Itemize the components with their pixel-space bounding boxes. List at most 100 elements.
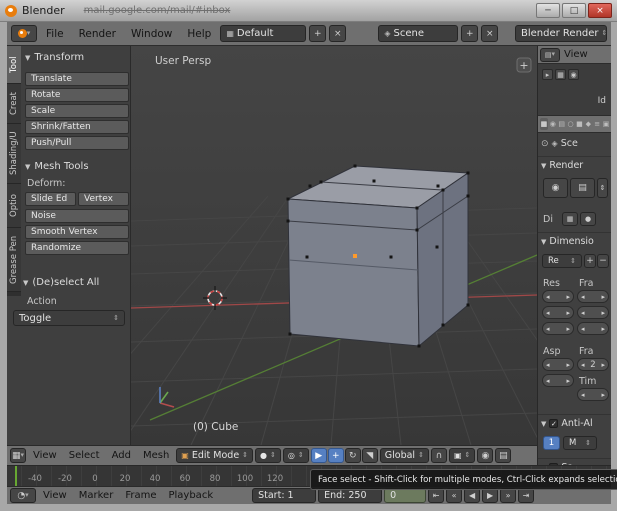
screen-layout-selector[interactable]: ▦ Default: [220, 25, 307, 42]
push-pull-button[interactable]: Push/Pull: [25, 136, 129, 150]
stepper-right-icon[interactable]: ▸: [566, 325, 570, 333]
transform-panel-header[interactable]: ▼ Transform: [25, 52, 84, 63]
rotate-manipulator-button[interactable]: ↻: [344, 448, 361, 463]
close-scene-button[interactable]: ×: [481, 25, 499, 42]
region-expand-button[interactable]: +: [516, 57, 532, 73]
smooth-vertex-button[interactable]: Smooth Vertex: [25, 225, 129, 239]
noise-button[interactable]: Noise: [25, 209, 129, 223]
tl-menu-frame[interactable]: Frame: [120, 490, 161, 501]
stepper-left-icon[interactable]: ◂: [546, 293, 550, 301]
tab-tools[interactable]: Tool: [7, 46, 21, 84]
close-button[interactable]: ×: [588, 3, 612, 18]
jump-end-button[interactable]: ⇥: [518, 488, 535, 503]
play-button[interactable]: ▶: [482, 488, 499, 503]
tab-material-icon[interactable]: ▣: [602, 118, 610, 130]
preset-remove-button[interactable]: −: [597, 254, 609, 268]
antialiasing-panel-header[interactable]: ▼ ✓ Anti-Al: [541, 418, 593, 429]
render-engine-selector[interactable]: Blender Render ⇕: [515, 25, 607, 42]
aa-samples-button[interactable]: 1: [543, 436, 560, 450]
aspect-x-stepper[interactable]: ◂ ▸: [542, 358, 574, 371]
stepper-left-icon[interactable]: ◂: [581, 361, 585, 369]
mode-selector[interactable]: ▣ Edit Mode ⇕: [176, 448, 254, 463]
cube-mesh[interactable]: [286, 164, 470, 348]
snap-element-selector[interactable]: ▣ ⇕: [448, 448, 476, 463]
frame-start-field[interactable]: Start: 1: [252, 488, 317, 503]
antialiasing-checkbox[interactable]: ✓: [549, 419, 559, 428]
translate-manipulator-button[interactable]: +: [327, 448, 344, 463]
stepper-right-icon[interactable]: ▸: [566, 377, 570, 385]
render-preset-dropdown[interactable]: Re ⇕: [542, 254, 582, 268]
next-keyframe-button[interactable]: »: [500, 488, 517, 503]
res-x-stepper[interactable]: ◂ ▸: [542, 290, 574, 303]
menu-view-3d[interactable]: View: [28, 450, 62, 461]
stepper-right-icon[interactable]: ▸: [601, 293, 605, 301]
aa-filter-dropdown[interactable]: M ⇕: [563, 436, 597, 450]
mesh-tools-panel-header[interactable]: ▼ Mesh Tools: [25, 161, 89, 172]
stepper-left-icon[interactable]: ◂: [546, 309, 550, 317]
add-layout-button[interactable]: +: [309, 25, 327, 42]
outliner-body[interactable]: ▸ ▦ ◉ Id: [538, 64, 611, 116]
play-reverse-button[interactable]: ◀: [464, 488, 481, 503]
tab-shading-uv[interactable]: Shading/U: [7, 124, 21, 184]
tab-world-icon[interactable]: ○: [567, 118, 575, 130]
tab-object-icon[interactable]: ■: [576, 118, 584, 130]
outliner-item-label[interactable]: Id: [598, 96, 606, 106]
stepper-left-icon[interactable]: ◂: [546, 361, 550, 369]
pin-icon[interactable]: ⊙: [541, 139, 549, 149]
tab-data-icon[interactable]: ≡: [593, 118, 601, 130]
tl-menu-playback[interactable]: Playback: [163, 490, 218, 501]
viewport-shading-selector[interactable]: ● ⇕: [255, 448, 281, 463]
breadcrumb-label[interactable]: Sce: [561, 138, 578, 149]
add-scene-button[interactable]: +: [461, 25, 479, 42]
frame-start-stepper[interactable]: ◂ ▸: [577, 290, 609, 303]
stepper-right-icon[interactable]: ▸: [566, 293, 570, 301]
stepper-left-icon[interactable]: ◂: [581, 309, 585, 317]
tab-grease-pencil[interactable]: Grease Pen: [7, 228, 21, 292]
menu-mesh[interactable]: Mesh: [138, 450, 174, 461]
rotate-button[interactable]: Rotate: [25, 88, 129, 102]
menu-window[interactable]: Window: [125, 28, 178, 40]
titlebar[interactable]: Blender mail.google.com/mail/#inbox ─ □ …: [0, 0, 617, 22]
editor-type-button-info[interactable]: ▾: [11, 25, 37, 42]
render-still-button[interactable]: ◉: [543, 178, 568, 198]
close-layout-button[interactable]: ×: [329, 25, 347, 42]
tab-layers-icon[interactable]: ▤: [558, 118, 566, 130]
outliner-view-menu[interactable]: View: [562, 49, 590, 60]
stepper-right-icon[interactable]: ▸: [601, 309, 605, 317]
3d-viewport[interactable]: User Persp (0) Cube +: [131, 46, 537, 445]
cube-front-face[interactable]: [287, 198, 420, 347]
randomize-button[interactable]: Randomize: [25, 241, 129, 255]
menu-select[interactable]: Select: [64, 450, 105, 461]
stepper-right-icon[interactable]: ▸: [566, 309, 570, 317]
stepper-left-icon[interactable]: ◂: [581, 293, 585, 301]
jump-start-button[interactable]: ⇤: [428, 488, 445, 503]
render-panel-header[interactable]: ▼ Render: [541, 160, 583, 171]
tab-scene-icon[interactable]: ◉: [549, 118, 557, 130]
deselect-panel-header[interactable]: ▼ (De)select All: [23, 277, 99, 288]
stepper-left-icon[interactable]: ◂: [546, 377, 550, 385]
current-frame-field[interactable]: 0: [384, 488, 427, 503]
render-display-dropdown[interactable]: ⇕: [597, 178, 608, 198]
frame-end-field[interactable]: End: 250: [318, 488, 383, 503]
scene-tree-icon[interactable]: ▦: [555, 69, 566, 80]
scale-button[interactable]: Scale: [25, 104, 129, 118]
camera-tree-icon[interactable]: ◉: [568, 69, 579, 80]
stepper-right-icon[interactable]: ▸: [601, 391, 605, 399]
translate-button[interactable]: Translate: [25, 72, 129, 86]
preset-add-button[interactable]: +: [584, 254, 596, 268]
edge-slide-button[interactable]: Slide Ed: [25, 192, 76, 206]
stepper-left-icon[interactable]: ◂: [546, 325, 550, 333]
timeline-editor-button[interactable]: ◔ ▾: [10, 488, 36, 503]
snap-toggle-button[interactable]: ∩: [430, 448, 447, 463]
active-vertex[interactable]: [353, 254, 357, 258]
stepper-right-icon[interactable]: ▸: [566, 361, 570, 369]
menu-file[interactable]: File: [40, 28, 70, 40]
shrink-fatten-button[interactable]: Shrink/Fatten: [25, 120, 129, 134]
frame-rate-stepper[interactable]: ◂ 2 ▸: [577, 358, 609, 371]
time-remap-stepper[interactable]: ◂ ▸: [577, 388, 609, 401]
tab-create[interactable]: Creat: [7, 84, 21, 124]
playhead[interactable]: [15, 466, 17, 487]
display-option-button-2[interactable]: ●: [580, 212, 596, 226]
vertex-slide-button[interactable]: Vertex: [78, 192, 129, 206]
prev-keyframe-button[interactable]: «: [446, 488, 463, 503]
